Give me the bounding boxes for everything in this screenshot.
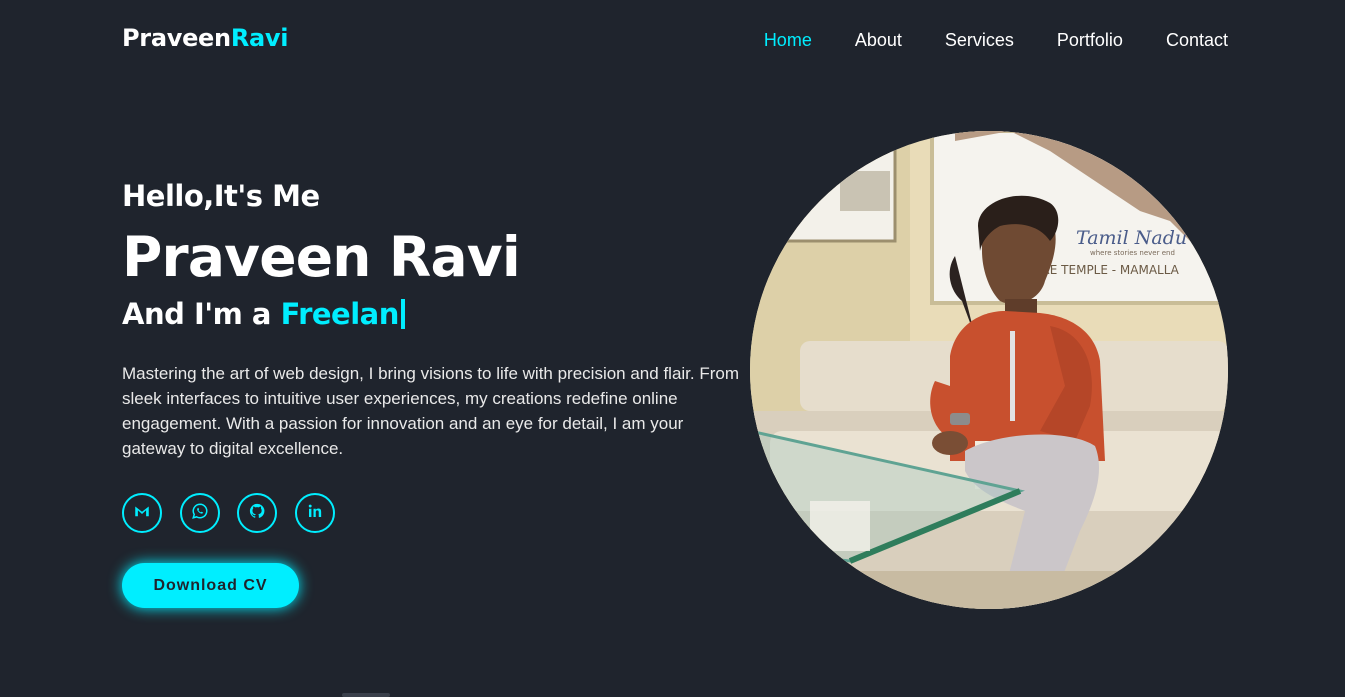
whatsapp-icon [191,502,209,524]
social-links [122,493,742,533]
main-nav: Home About Services Portfolio Contact [721,30,1228,50]
social-gmail-link[interactable] [122,493,162,533]
github-icon [248,502,266,524]
scroll-indicator [342,693,390,697]
hero-section: Hello,It's Me Praveen Ravi And I'm a Fre… [122,178,742,608]
download-cv-button[interactable]: Download CV [122,563,299,608]
poster-tagline: where stories never end [1090,249,1175,257]
nav-portfolio[interactable]: Portfolio [1057,30,1123,50]
social-linkedin-link[interactable] [294,493,335,533]
social-github-link[interactable] [237,493,277,533]
profile-photo-illustration: Tamil Nadu where stories never end ORE T… [750,131,1228,609]
nav-about[interactable]: About [855,30,902,50]
poster-caption: ORE TEMPLE - MAMALLA [1032,263,1180,277]
hero-role: And I'm a Freelan [122,296,742,332]
hero-role-prefix: And I'm a [122,297,272,331]
poster-script: Tamil Nadu [1076,227,1187,249]
gmail-icon [133,502,151,524]
logo[interactable]: PraveenRavi [122,24,288,52]
profile-photo: Tamil Nadu where stories never end ORE T… [750,131,1228,609]
page: PraveenRavi Home About Services Portfoli… [0,0,1345,697]
linkedin-icon [306,502,324,524]
hero-description: Mastering the art of web design, I bring… [122,364,740,458]
nav-services[interactable]: Services [945,30,1014,50]
header: PraveenRavi Home About Services Portfoli… [0,0,1345,80]
hero-name: Praveen Ravi [122,225,521,289]
nav-contact[interactable]: Contact [1166,30,1228,50]
typing-cursor [400,299,405,329]
social-whatsapp-link[interactable] [179,493,220,533]
hero-role-typed: Freelan [280,297,400,331]
logo-first: Praveen [122,24,231,52]
hero-greeting: Hello,It's Me [122,179,320,213]
logo-accent: Ravi [230,24,289,52]
nav-home[interactable]: Home [764,30,812,50]
